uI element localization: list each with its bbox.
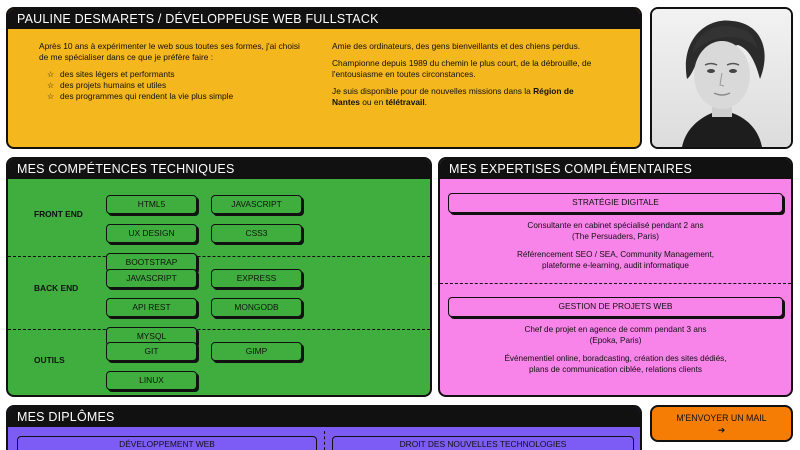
section-divider [324,431,325,450]
star-outline-icon: ☆ [47,81,55,90]
intro-right-paragraph-1: Amie des ordinateurs, des gens bienveill… [332,41,581,51]
send-email-button[interactable]: M'ENVOYER UN MAIL ➔ [650,405,793,442]
skill-tag: GIMP [211,342,302,361]
expertise-card: MES EXPERTISES COMPLÉMENTAIRES STRATÉGIE… [438,157,793,397]
star-outline-icon: ☆ [47,92,55,101]
expertise-description: Chef de projet en agence de comm pendant… [524,325,707,345]
list-item: ☆ des projets humains et utiles [47,80,167,90]
intro-right-paragraph-2: Championne depuis 1989 du chemin le plus… [332,58,592,79]
expertise-heading: GESTION DE PROJETS WEB [448,297,783,317]
intro-left-paragraph: Après 10 ans à expérimenter le web sous … [39,41,300,62]
diplomas-card: MES DIPLÔMES DÉVELOPPEMENT WEB DROIT DES… [6,405,642,450]
diploma-item: DÉVELOPPEMENT WEB [17,436,317,450]
skill-category-label: BACK END [34,283,79,293]
skill-tag: JAVASCRIPT [211,195,302,214]
intro-title: PAULINE DESMARETS / DÉVELOPPEUSE WEB FUL… [8,9,640,29]
list-item: ☆ des programmes qui rendent la vie plus … [47,91,234,101]
expertise-block-project-management: GESTION DE PROJETS WEB Chef de projet en… [440,284,791,375]
skill-row-frontend: FRONT END HTML5 JAVASCRIPT UX DESIGN CSS… [8,179,430,272]
expertise-title: MES EXPERTISES COMPLÉMENTAIRES [440,159,791,179]
list-item: ☆ des sites légers et performants [47,69,175,79]
intro-card: PAULINE DESMARETS / DÉVELOPPEUSE WEB FUL… [6,7,642,149]
skill-row-tools: OUTILS GIT GIMP LINUX [8,330,430,390]
diploma-item: DROIT DES NOUVELLES TECHNOLOGIES [332,436,634,450]
skill-row-backend: BACK END JAVASCRIPT EXPRESS API REST MON… [8,257,430,346]
skill-category-label: OUTILS [34,355,65,365]
remote-highlight: télétravail [385,97,425,107]
skill-tag: GIT [106,342,197,361]
expertise-description: Événementiel online, boradcasting, créat… [504,354,727,374]
arrow-right-icon: ➔ [717,425,726,435]
diplomas-title: MES DIPLÔMES [8,407,640,427]
skill-tag: MONGODB [211,298,302,317]
skill-tag: EXPRESS [211,269,302,288]
skill-tag: API REST [106,298,197,317]
intro-bullet-list: ☆ des sites légers et performants ☆ des pr… [39,69,301,102]
skill-category-label: FRONT END [34,209,83,219]
expertise-heading: STRATÉGIE DIGITALE [448,193,783,213]
intro-right-column: Amie des ordinateurs, des gens bienveill… [332,41,602,114]
skill-tag: LINUX [106,371,197,390]
star-outline-icon: ☆ [47,70,55,79]
skills-title: MES COMPÉTENCES TECHNIQUES [8,159,430,179]
intro-right-paragraph-3: Je suis disponible pour de nouvelles mis… [332,86,574,107]
skill-tag: CSS3 [211,224,302,243]
expertise-block-digital-strategy: STRATÉGIE DIGITALE Consultante en cabine… [440,179,791,271]
expertise-description: Référencement SEO / SEA, Community Manag… [516,250,715,270]
profile-photo [650,7,793,149]
expertise-description: Consultante en cabinet spécialisé pendan… [527,221,704,241]
skill-tag: UX DESIGN [106,224,197,243]
skills-card: MES COMPÉTENCES TECHNIQUES FRONT END HTM… [6,157,432,397]
skill-tag: JAVASCRIPT [106,269,197,288]
skill-tag: HTML5 [106,195,197,214]
intro-left-column: Après 10 ans à expérimenter le web sous … [39,41,301,114]
send-email-label: M'ENVOYER UN MAIL [676,413,767,423]
